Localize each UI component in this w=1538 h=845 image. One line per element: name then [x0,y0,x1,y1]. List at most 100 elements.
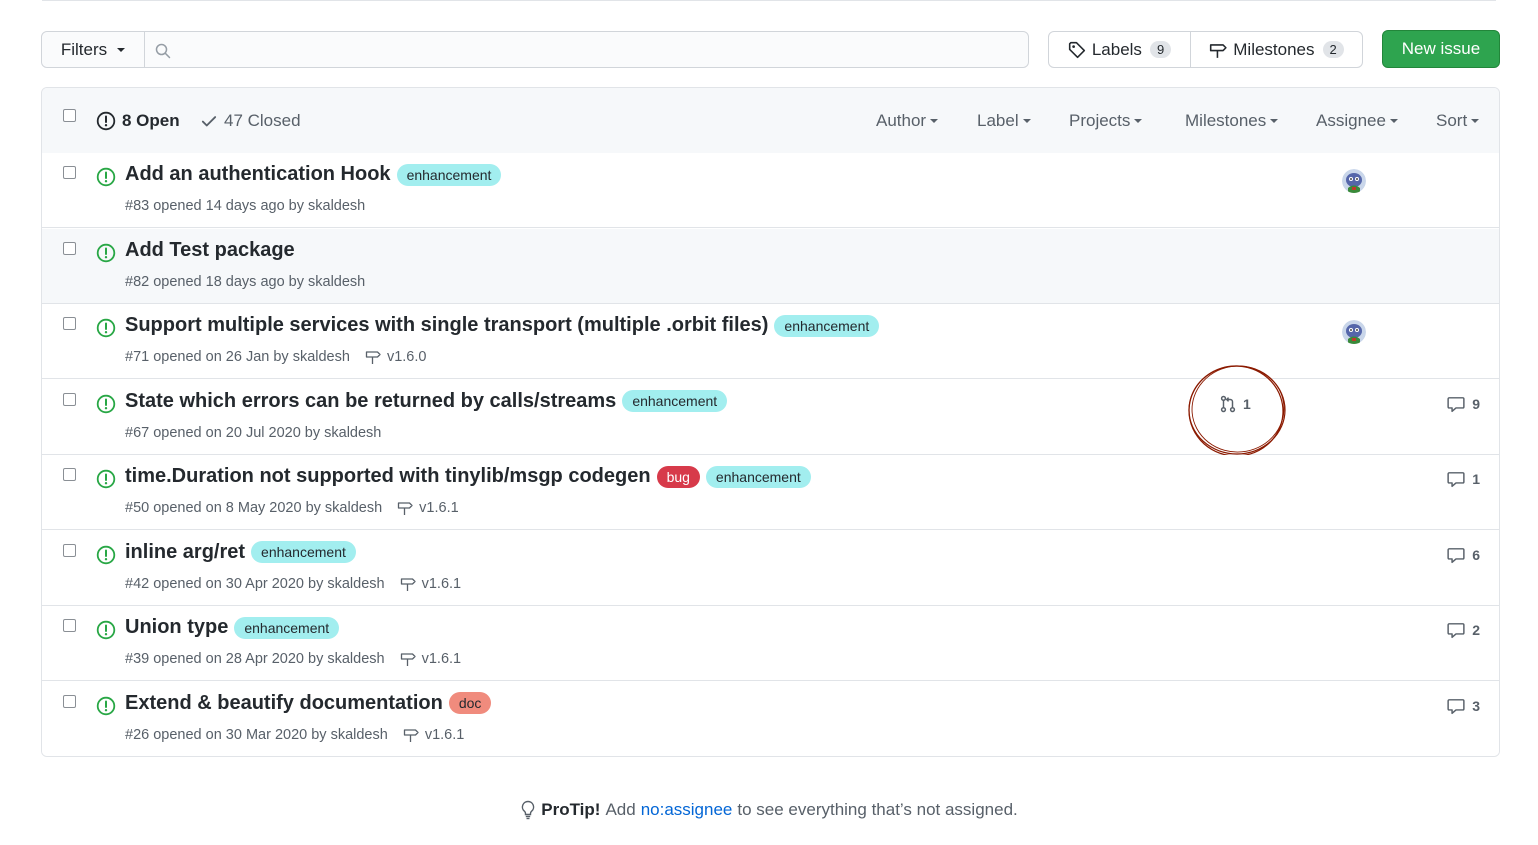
issue-title-link[interactable]: Support multiple services with single tr… [125,314,768,337]
issue-row[interactable]: Extend & beautify documentation doc #26 o… [42,681,1499,756]
top-divider [42,0,1496,1]
issue-open-icon [96,318,116,338]
comment-icon [1447,698,1465,714]
projects-filter[interactable]: Projects [1069,88,1143,153]
issue-comments-link[interactable]: 9 [1447,395,1480,413]
new-issue-button[interactable]: New issue [1382,30,1500,68]
search-input[interactable] [179,32,1022,67]
issue-meta-text: #82 opened 18 days ago by skaldesh [125,273,366,290]
chevron-down-icon [1389,118,1398,123]
milestones-filter[interactable]: Milestones [1185,88,1279,153]
tag-icon [1068,41,1085,58]
select-all-checkbox[interactable] [63,109,76,122]
issue-comments-link[interactable]: 2 [1447,621,1480,639]
filters-dropdown-button[interactable]: Filters [42,32,145,67]
issue-label[interactable]: enhancement [234,616,340,639]
issue-checkbox[interactable] [63,694,76,708]
sort-filter-label: Sort [1436,110,1468,130]
labels-milestones-group: Labels 9 Milestones 2 [1048,31,1363,68]
milestone-label: v1.6.1 [419,500,459,516]
labels-link[interactable]: Labels 9 [1049,32,1191,67]
label-filter-label: Label [977,110,1019,130]
protip-text-after: to see everything that’s not assigned. [737,800,1018,819]
chevron-down-icon [1471,118,1480,123]
filter-search-bar: Filters [41,31,1029,68]
protip-link[interactable]: no:assignee [641,800,733,820]
issue-comments-link[interactable]: 1 [1447,470,1480,488]
issue-row[interactable]: Union type enhancement #39 opened on 28 A… [42,606,1499,681]
milestone-icon [365,351,381,364]
issue-label[interactable]: enhancement [622,390,728,412]
issue-open-icon [96,696,116,715]
issue-row[interactable]: time.Duration not supported with tinylib… [42,455,1499,530]
issue-title-line: Support multiple services with single tr… [125,314,880,337]
issue-checkbox[interactable] [63,468,76,481]
open-issues-tab[interactable]: 8 Open [96,88,180,153]
milestone-icon [400,577,416,591]
issue-label[interactable]: enhancement [251,541,356,563]
issue-label[interactable]: enhancement [705,465,811,488]
protip-text-before: Add [605,800,636,819]
closed-issues-tab[interactable]: 47 Closed [200,88,301,153]
issue-checkbox[interactable] [63,619,76,632]
issue-milestone-link[interactable]: v1.6.1 [399,651,461,667]
issue-meta: #50 opened on 8 May 2020 by skaldesh v1.… [125,500,459,516]
chevron-down-icon [1270,118,1279,123]
issue-comments-link[interactable]: 6 [1447,546,1480,564]
issue-milestone-link[interactable]: v1.6.0 [364,349,426,365]
issue-meta-text: #71 opened on 26 Jan by skaldesh [125,349,350,365]
issue-title-link[interactable]: Extend & beautify documentation [125,692,443,715]
sort-filter[interactable]: Sort [1436,88,1480,153]
closed-count-label: 47 Closed [224,110,301,130]
issue-checkbox[interactable] [63,392,76,406]
issues-list-header: 8 Open 47 Closed Author Label Projects M… [42,88,1499,154]
comment-icon [1447,547,1465,563]
comment-count: 1 [1472,471,1480,487]
lightbulb-icon [522,800,535,820]
assignee-filter[interactable]: Assignee [1316,88,1398,153]
issue-row[interactable]: inline arg/ret enhancement #42 opened on … [42,530,1499,606]
issue-milestone-link[interactable]: v1.6.1 [399,576,461,592]
issue-checkbox[interactable] [63,241,76,255]
issue-label[interactable]: enhancement [396,163,502,186]
issue-meta-text: #26 opened on 30 Mar 2020 by skaldesh [125,726,388,743]
milestone-icon [398,502,413,515]
chevron-down-icon [117,47,126,52]
assignee-avatar[interactable] [1342,169,1366,193]
issue-title-link[interactable]: time.Duration not supported with tinylib… [125,465,651,488]
issue-title-link[interactable]: Add an authentication Hook [125,163,391,186]
issue-title-link[interactable]: Add Test package [125,239,295,262]
assignee-avatar[interactable] [1342,320,1366,344]
comment-count: 9 [1472,395,1480,412]
annotation-circle [1188,364,1286,457]
milestones-count: 2 [1322,41,1344,58]
issue-meta: #39 opened on 28 Apr 2020 by skaldesh v1… [125,651,461,667]
issue-label[interactable]: bug [656,465,700,488]
author-filter[interactable]: Author [876,88,939,153]
issue-title-link[interactable]: Union type [125,616,228,639]
protip-prefix: ProTip! [541,800,601,819]
issue-row[interactable]: Add an authentication Hook enhancement #8… [42,153,1499,228]
issue-checkbox[interactable] [63,543,76,557]
issue-meta: #42 opened on 30 Apr 2020 by skaldesh v1… [125,576,461,592]
issue-row[interactable]: State which errors can be returned by ca… [42,364,1499,457]
comment-icon [1447,623,1465,639]
issue-milestone-link[interactable]: v1.6.1 [396,500,459,516]
issue-title-line: Extend & beautify documentation doc [125,692,492,715]
issue-comments-link[interactable]: 3 [1447,697,1480,715]
issue-meta-text: #67 opened on 20 Jul 2020 by skaldesh [125,424,382,441]
labels-label: Labels [1091,39,1142,59]
issue-checkbox[interactable] [63,166,76,179]
issue-label[interactable]: doc [448,692,492,714]
issue-title-link[interactable]: inline arg/ret [125,541,245,564]
issue-title-line: Union type enhancement [125,616,340,639]
issue-title-link[interactable]: State which errors can be returned by ca… [125,390,616,413]
milestones-filter-label: Milestones [1185,110,1267,130]
issue-label[interactable]: enhancement [774,314,880,337]
issue-checkbox[interactable] [63,317,76,330]
milestones-link[interactable]: Milestones 2 [1191,32,1362,67]
issue-row[interactable]: Add Test package #82 opened 18 days ago … [42,228,1499,304]
issue-milestone-link[interactable]: v1.6.1 [402,727,464,743]
label-filter[interactable]: Label [977,88,1031,153]
author-filter-label: Author [876,110,927,130]
